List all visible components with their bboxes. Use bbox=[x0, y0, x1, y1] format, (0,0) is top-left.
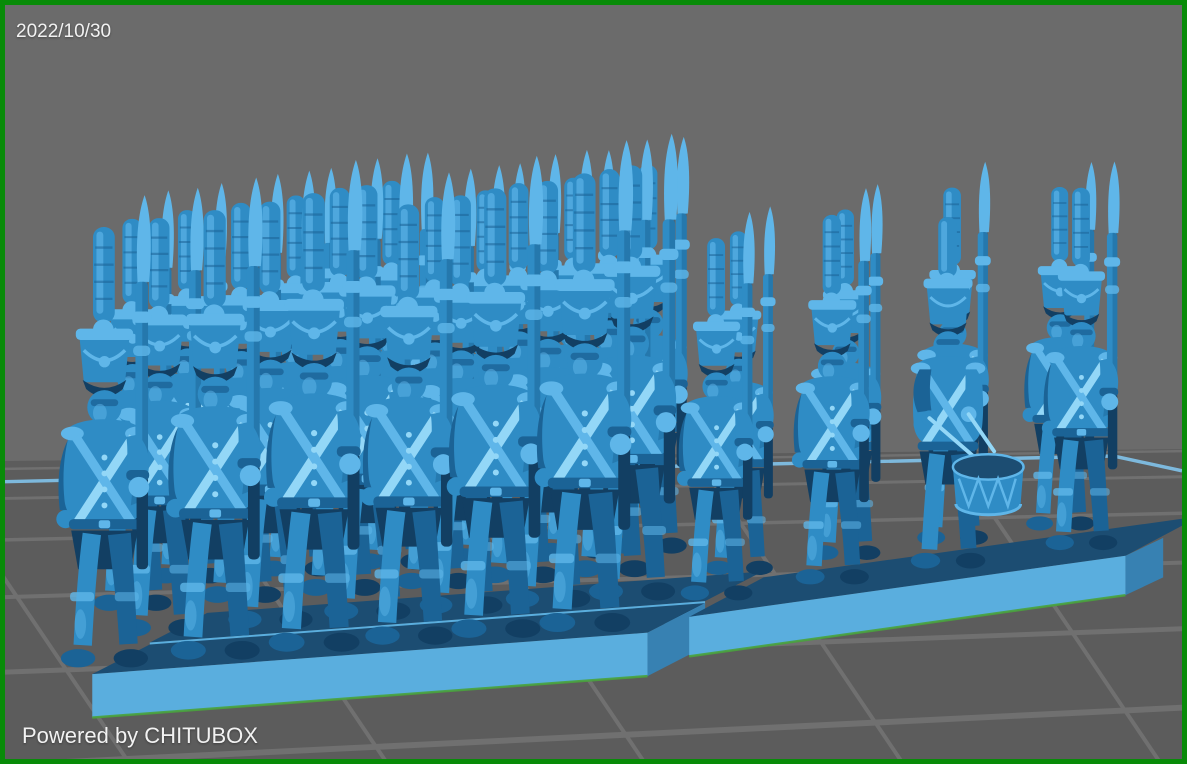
chitubox-render-frame: 2022/10/30 Powered by CHITUBOX bbox=[0, 0, 1187, 764]
date-overlay: 2022/10/30 bbox=[16, 21, 111, 43]
chitubox-watermark: Powered by CHITUBOX bbox=[22, 723, 258, 749]
render-canvas[interactable] bbox=[5, 5, 1182, 759]
viewport-3d[interactable]: 2022/10/30 Powered by CHITUBOX bbox=[5, 5, 1182, 759]
